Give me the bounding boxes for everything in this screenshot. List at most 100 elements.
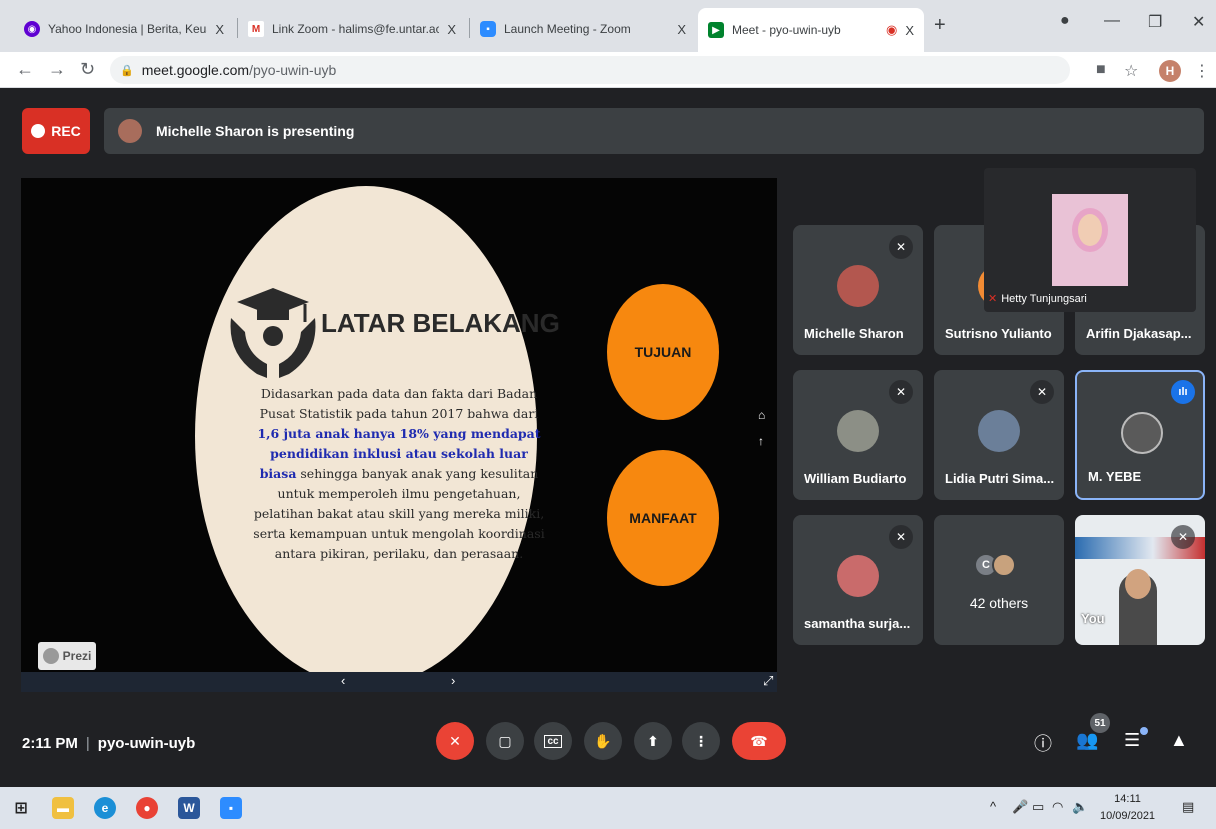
- captions-icon: cc: [544, 734, 562, 748]
- url-field[interactable]: 🔒 meet.google.com/pyo-uwin-uyb: [110, 56, 1070, 84]
- home-icon[interactable]: ⌂: [758, 408, 765, 422]
- avatar: [837, 410, 879, 452]
- avatar: [978, 410, 1020, 452]
- end-call-button[interactable]: ☎: [732, 722, 786, 760]
- slide-body: Didasarkan pada data dan fakta dari Bada…: [253, 386, 545, 561]
- lock-icon: 🔒: [120, 64, 134, 77]
- others-avatars: C: [974, 553, 1016, 577]
- profile-shield-icon[interactable]: ●: [1060, 12, 1070, 30]
- camera-toggle-button[interactable]: ▢: [486, 722, 524, 760]
- self-tile[interactable]: You ✕: [1075, 515, 1205, 645]
- orb-manfaat[interactable]: MANFAAT: [607, 450, 719, 586]
- taskbar: ⊞ ▬ e ● W ▪ ^ 🎤 ▭ ◠ 🔈 14:11 10/09/2021 ▤: [0, 787, 1216, 829]
- close-tab-icon[interactable]: X: [447, 22, 456, 37]
- info-icon[interactable]: ⓘ: [1034, 730, 1052, 756]
- new-tab-icon[interactable]: +: [934, 14, 946, 37]
- volume-icon[interactable]: 🔈: [1072, 799, 1088, 815]
- zoom-taskbar-icon[interactable]: ▪: [220, 797, 242, 819]
- fullscreen-icon[interactable]: ⤢: [763, 673, 773, 689]
- participant-tile[interactable]: ✕ Lidia Putri Sima...: [934, 370, 1064, 500]
- camera-permission-icon[interactable]: ■: [1096, 61, 1106, 79]
- forward-icon[interactable]: →: [48, 59, 66, 80]
- close-tab-icon[interactable]: X: [677, 22, 686, 37]
- muted-mic-icon: ✕: [889, 380, 913, 404]
- avatar: [992, 553, 1016, 577]
- prezi-icon: [42, 648, 59, 664]
- avatar: [1121, 412, 1163, 454]
- presenting-banner: Michelle Sharon is presenting: [104, 108, 1204, 154]
- captions-button[interactable]: cc: [534, 722, 572, 760]
- participant-tile[interactable]: ✕ samantha surja...: [793, 515, 923, 645]
- windows-start-icon[interactable]: ⊞: [10, 797, 32, 819]
- nav-up-icon[interactable]: ↑: [758, 434, 764, 448]
- others-tile[interactable]: C 42 others: [934, 515, 1064, 645]
- yahoo-icon: ◉: [24, 21, 40, 37]
- chrome-icon[interactable]: ●: [136, 797, 158, 819]
- word-icon[interactable]: W: [178, 797, 200, 819]
- close-tab-icon[interactable]: X: [905, 23, 914, 38]
- recording-indicator: REC: [22, 108, 90, 154]
- muted-mic-icon: ✕: [1171, 525, 1195, 549]
- orb-tujuan[interactable]: TUJUAN: [607, 284, 719, 420]
- mic-toggle-button[interactable]: ✕: [436, 722, 474, 760]
- activities-icon[interactable]: ▲: [1170, 730, 1188, 751]
- profile-avatar[interactable]: H: [1159, 60, 1181, 82]
- close-tab-icon[interactable]: X: [215, 22, 224, 37]
- participant-tile[interactable]: ✕ Michelle Sharon: [793, 225, 923, 355]
- chat-unread-dot: [1140, 727, 1148, 735]
- reload-icon[interactable]: ↻: [80, 59, 95, 80]
- participant-video: [1052, 194, 1128, 286]
- prezi-logo: Prezi: [38, 642, 96, 670]
- tray-expand-icon[interactable]: ^: [990, 799, 996, 814]
- end-call-icon: ☎: [750, 732, 768, 749]
- present-button[interactable]: ⬆: [634, 722, 672, 760]
- participant-tile[interactable]: ✕ William Budiarto: [793, 370, 923, 500]
- pinned-participant[interactable]: ✕ Hetty Tunjungsari: [984, 168, 1196, 312]
- next-slide-icon[interactable]: ›: [451, 673, 455, 688]
- chat-icon[interactable]: ☰: [1124, 730, 1140, 751]
- taskbar-clock[interactable]: 14:11 10/09/2021: [1100, 791, 1155, 825]
- chrome-menu-icon[interactable]: ⋮: [1194, 61, 1210, 81]
- more-vert-icon: ⋮: [694, 732, 708, 749]
- tab-yahoo[interactable]: ◉ Yahoo Indonesia | Berita, Keuangan X: [14, 12, 234, 46]
- avatar: [837, 265, 879, 307]
- zoom-icon: ▪: [480, 21, 496, 37]
- restore-icon[interactable]: ❐: [1148, 12, 1162, 32]
- battery-icon[interactable]: ▭: [1032, 799, 1044, 815]
- recording-dot-icon: ◉: [885, 22, 898, 37]
- window-close-icon[interactable]: ✕: [1192, 12, 1205, 32]
- minimize-icon[interactable]: —: [1104, 12, 1120, 30]
- raise-hand-button[interactable]: ✋: [584, 722, 622, 760]
- speaking-indicator-icon: ılı: [1171, 380, 1195, 404]
- tray-mic-icon[interactable]: 🎤: [1012, 799, 1028, 815]
- people-icon[interactable]: 👥: [1076, 730, 1098, 751]
- present-icon: ⬆: [647, 732, 659, 749]
- back-icon[interactable]: ←: [16, 59, 34, 80]
- muted-mic-icon: ✕: [889, 525, 913, 549]
- slide-title: LATAR BELAKANG: [321, 308, 560, 338]
- file-explorer-icon[interactable]: ▬: [52, 797, 74, 819]
- address-bar-row: ← → ↻ 🔒 meet.google.com/pyo-uwin-uyb ■ ☆…: [0, 52, 1216, 88]
- graduation-hands-icon: [230, 288, 316, 378]
- more-options-button[interactable]: ⋮: [682, 722, 720, 760]
- wifi-icon[interactable]: ◠: [1052, 799, 1063, 815]
- avatar: [837, 555, 879, 597]
- edge-icon[interactable]: e: [94, 797, 116, 819]
- notifications-icon[interactable]: ▤: [1182, 799, 1194, 815]
- muted-mic-icon: ✕: [889, 235, 913, 259]
- prev-slide-icon[interactable]: ‹: [341, 673, 345, 688]
- rec-dot-icon: [31, 124, 46, 138]
- mic-off-icon: ✕: [449, 732, 461, 749]
- meeting-details: 2:11 PM | pyo-uwin-uyb: [22, 735, 196, 752]
- tab-gmail[interactable]: M Link Zoom - halims@fe.untar.ac.id X: [238, 12, 466, 46]
- meet-icon: ▶: [708, 22, 724, 38]
- tab-meet[interactable]: ▶ Meet - pyo-uwin-uyb ◉ X: [698, 8, 924, 52]
- tab-zoom[interactable]: ▪ Launch Meeting - Zoom X: [470, 12, 696, 46]
- slide-nav-bar: ‹ › ⤢: [21, 672, 777, 692]
- bookmark-star-icon[interactable]: ☆: [1124, 61, 1138, 81]
- presentation-stage: LATAR BELAKANG Didasarkan pada data dan …: [21, 178, 777, 692]
- participant-tile-speaking[interactable]: ılı M. YEBE: [1075, 370, 1205, 500]
- muted-mic-icon: ✕: [1030, 380, 1054, 404]
- hand-icon: ✋: [594, 732, 612, 749]
- tab-strip: ◉ Yahoo Indonesia | Berita, Keuangan X M…: [0, 0, 1216, 52]
